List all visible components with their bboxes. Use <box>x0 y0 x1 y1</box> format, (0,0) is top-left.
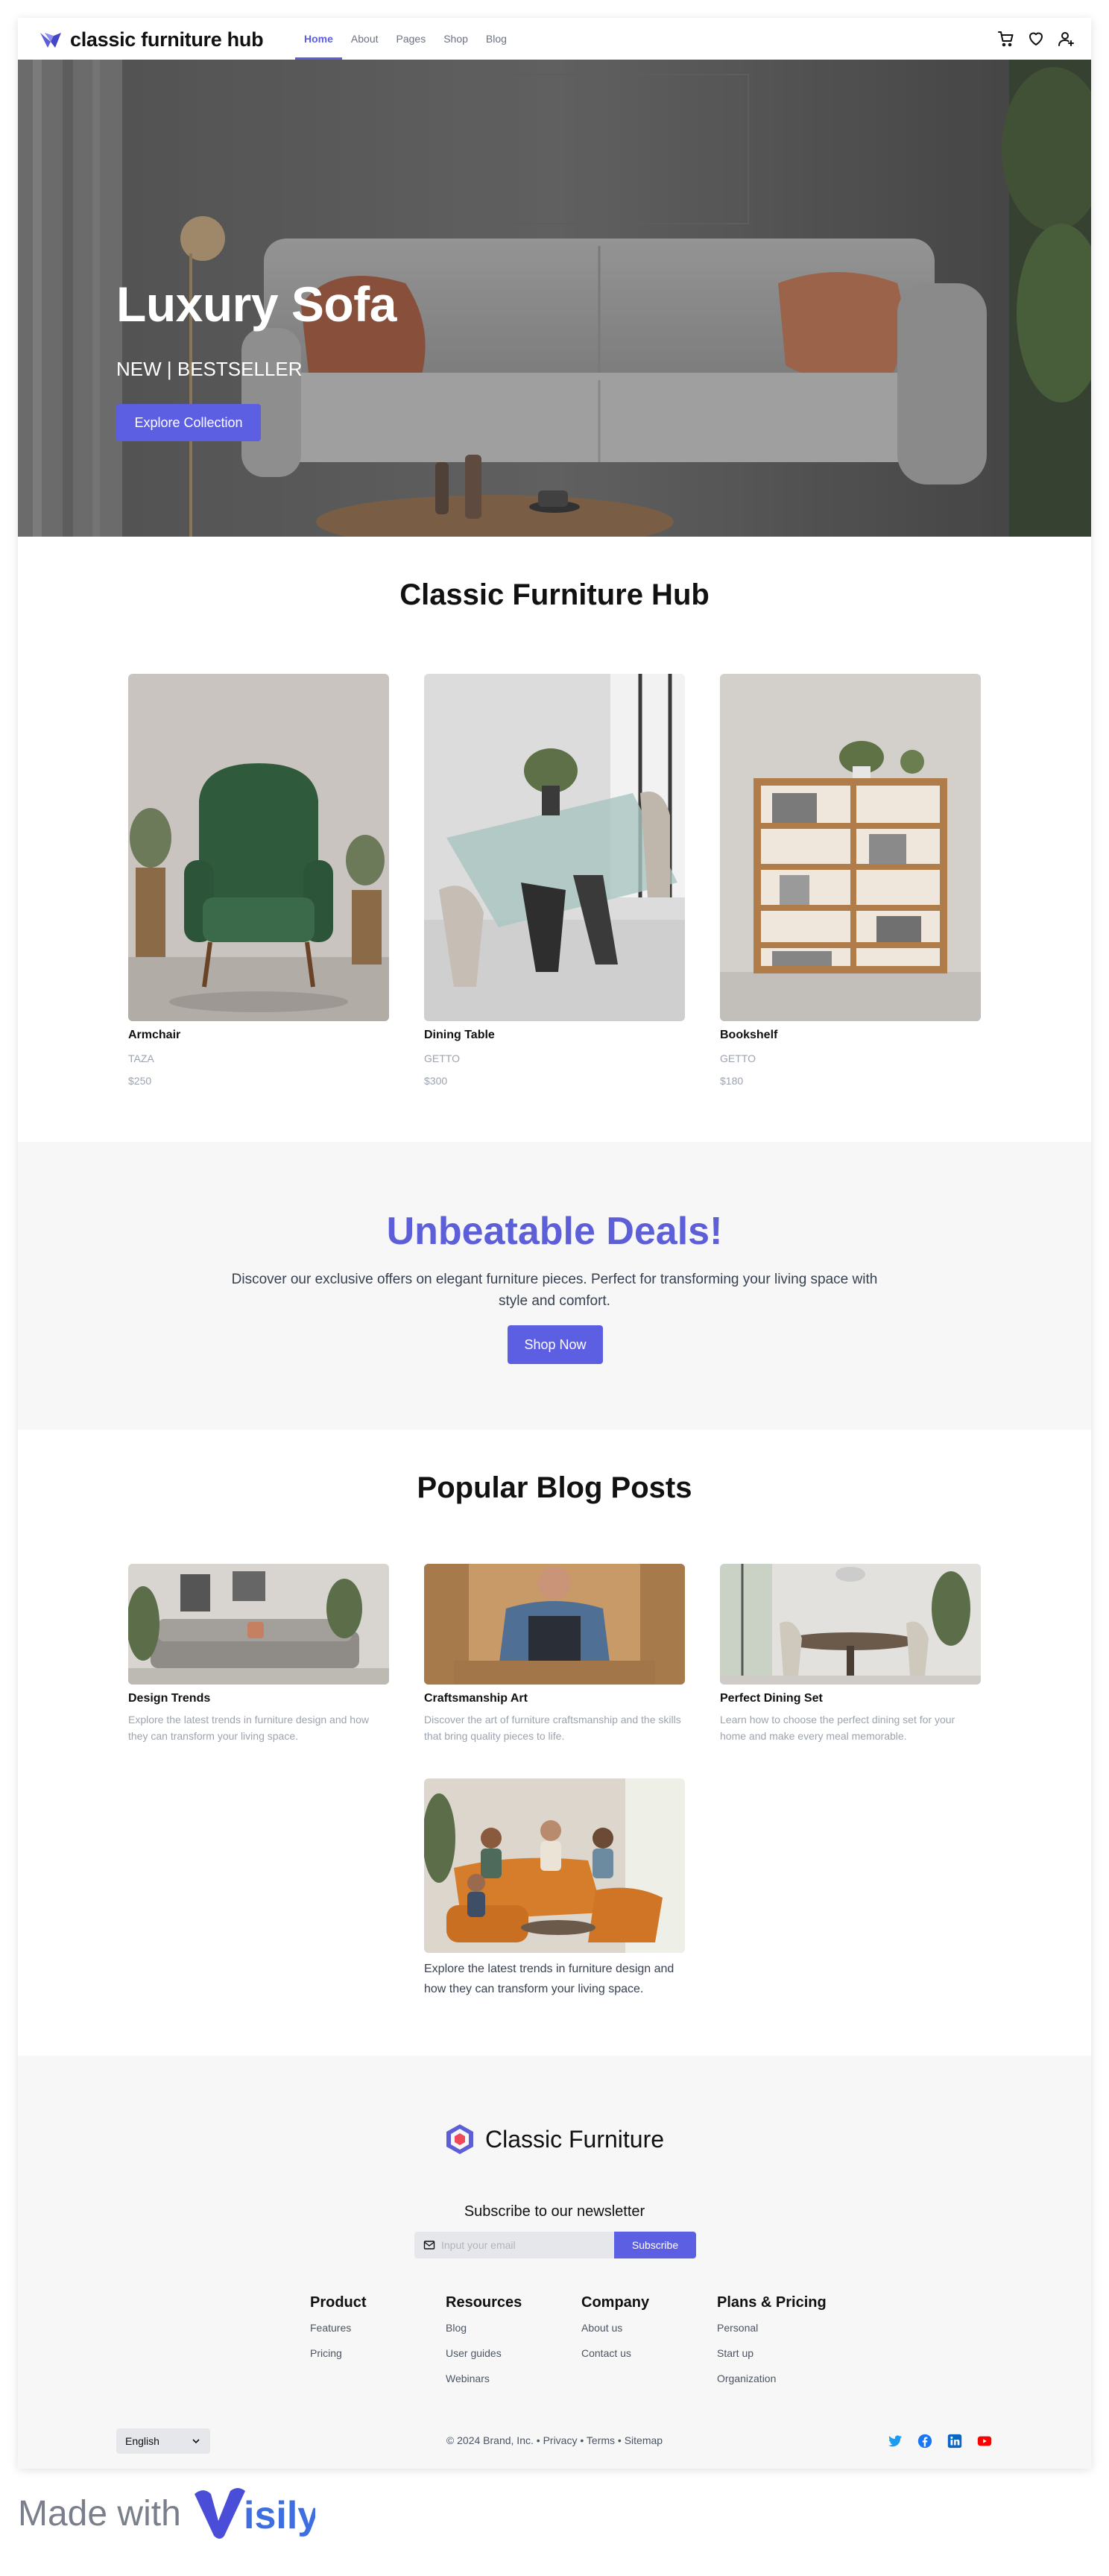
mail-icon <box>423 2241 435 2250</box>
product-brand: GETTO <box>720 1052 756 1064</box>
footer-column-title: Resources <box>446 2294 522 2311</box>
blog-section-title: Popular Blog Posts <box>417 1471 692 1504</box>
footer-link-user-guides[interactable]: User guides <box>446 2347 580 2373</box>
newsletter-title: Subscribe to our newsletter <box>464 2203 645 2220</box>
subscribe-button[interactable]: Subscribe <box>614 2232 696 2258</box>
footer-column-resources: Resources Blog User guides Webinars <box>446 2294 580 2398</box>
footer-column-title: Product <box>310 2294 367 2311</box>
sitemap-link[interactable]: Sitemap <box>625 2434 663 2446</box>
blog-post-excerpt: Explore the latest trends in furniture d… <box>128 1714 369 1742</box>
footer-column-plans: Plans & Pricing Personal Start up Organi… <box>717 2294 851 2398</box>
footer-link-personal[interactable]: Personal <box>717 2322 851 2347</box>
blog-image-craftsman <box>424 1564 685 1685</box>
newsletter-form: Subscribe <box>414 2232 696 2258</box>
product-image-armchair <box>128 674 389 1021</box>
footer-link-webinars[interactable]: Webinars <box>446 2373 580 2398</box>
footer-link-start-up[interactable]: Start up <box>717 2347 851 2373</box>
footer-link-contact-us[interactable]: Contact us <box>581 2347 715 2373</box>
nav-shop[interactable]: Shop <box>435 18 477 60</box>
product-card-dining-table[interactable]: Dining Table GETTO $300 <box>424 674 685 1087</box>
explore-collection-button[interactable]: Explore Collection <box>116 404 261 441</box>
blog-post-excerpt: Learn how to choose the perfect dining s… <box>720 1714 955 1742</box>
deals-title: Unbeatable Deals! <box>386 1210 723 1253</box>
hero-subtitle: NEW | BESTSELLER <box>116 358 303 380</box>
footer-brand[interactable]: Classic Furniture <box>18 2123 1091 2156</box>
twitter-icon[interactable] <box>887 2433 903 2449</box>
main-nav: Home About Pages Shop Blog <box>295 18 516 60</box>
product-price: $250 <box>128 1075 152 1087</box>
separator-dot: • <box>580 2434 587 2446</box>
separator-dot: • <box>617 2434 625 2446</box>
made-with-badge[interactable]: Made with isily <box>18 2484 315 2543</box>
heart-icon[interactable] <box>1027 30 1045 48</box>
product-price: $180 <box>720 1075 744 1087</box>
nav-about[interactable]: About <box>342 18 388 60</box>
footer-link-features[interactable]: Features <box>310 2322 444 2347</box>
separator-dot: • <box>536 2434 543 2446</box>
blog-post-featured[interactable]: Explore the latest trends in furniture d… <box>424 1778 685 1999</box>
shop-now-button[interactable]: Shop Now <box>508 1325 603 1364</box>
footer-brand-name: Classic Furniture <box>484 2125 665 2153</box>
brand-name: classic furniture hub <box>70 28 264 51</box>
privacy-link[interactable]: Privacy <box>543 2434 578 2446</box>
brand[interactable]: classic furniture hub <box>39 28 264 51</box>
nav-blog[interactable]: Blog <box>477 18 516 60</box>
email-input[interactable] <box>441 2239 605 2251</box>
product-name: Bookshelf <box>720 1029 778 1041</box>
footer-link-blog[interactable]: Blog <box>446 2322 580 2347</box>
footer-column-title: Plans & Pricing <box>717 2294 827 2311</box>
footer-brand-logo-icon <box>446 2124 473 2154</box>
footer-link-organization[interactable]: Organization <box>717 2373 851 2398</box>
blog-post-design-trends[interactable]: Design Trends Explore the latest trends … <box>128 1564 389 1744</box>
product-card-bookshelf[interactable]: Bookshelf GETTO $180 <box>720 674 981 1087</box>
product-image-dining-table <box>424 674 685 1021</box>
terms-link[interactable]: Terms <box>587 2434 615 2446</box>
footer-column-product: Product Features Pricing <box>310 2294 444 2373</box>
blog-post-title: Design Trends <box>128 1692 211 1705</box>
blog-post-excerpt: Discover the art of furniture craftsmans… <box>424 1714 681 1742</box>
user-icon[interactable] <box>1057 30 1075 48</box>
footer: Classic Furniture Subscribe to our newsl… <box>18 2056 1091 2469</box>
visily-logo-text: isily <box>244 2494 315 2537</box>
youtube-icon[interactable] <box>976 2433 993 2449</box>
product-name: Dining Table <box>424 1029 495 1041</box>
deals-section: Unbeatable Deals! Discover our exclusive… <box>18 1142 1091 1430</box>
product-card-armchair[interactable]: Armchair TAZA $250 <box>128 674 389 1087</box>
blog-post-craftsmanship[interactable]: Craftsmanship Art Discover the art of fu… <box>424 1564 685 1744</box>
nav-home[interactable]: Home <box>295 18 342 60</box>
footer-link-about-us[interactable]: About us <box>581 2322 715 2347</box>
social-links <box>887 2433 993 2449</box>
facebook-icon[interactable] <box>917 2433 933 2449</box>
page-frame: classic furniture hub Home About Pages S… <box>18 18 1091 2469</box>
hero-title: Luxury Sofa <box>116 277 396 332</box>
blog-image-living-room <box>128 1564 389 1685</box>
email-field-wrapper <box>414 2232 614 2258</box>
product-price: $300 <box>424 1075 448 1087</box>
hero-banner: Luxury Sofa NEW | BESTSELLER Explore Col… <box>18 60 1091 537</box>
product-brand: TAZA <box>128 1052 154 1064</box>
header: classic furniture hub Home About Pages S… <box>18 18 1091 60</box>
nav-pages[interactable]: Pages <box>388 18 435 60</box>
footer-link-pricing[interactable]: Pricing <box>310 2347 444 2373</box>
footer-column-company: Company About us Contact us <box>581 2294 715 2373</box>
header-icons <box>997 30 1075 48</box>
deals-text: Discover our exclusive offers on elegant… <box>231 1272 878 1309</box>
blog-post-dining-set[interactable]: Perfect Dining Set Learn how to choose t… <box>720 1564 981 1744</box>
blog-image-dining-room <box>720 1564 981 1685</box>
footer-column-title: Company <box>581 2294 650 2311</box>
product-brand: GETTO <box>424 1052 460 1064</box>
products-section-title: Classic Furniture Hub <box>399 578 710 611</box>
blog-post-title: Perfect Dining Set <box>720 1692 823 1705</box>
made-with-text: Made with <box>18 2493 181 2534</box>
visily-logo-icon: isily <box>194 2488 315 2539</box>
blog-post-title: Craftsmanship Art <box>424 1692 528 1705</box>
linkedin-icon[interactable] <box>947 2433 963 2449</box>
cart-icon[interactable] <box>997 30 1015 48</box>
blog-image-people-lounge <box>424 1778 685 1953</box>
brand-logo-icon <box>40 32 61 48</box>
product-image-bookshelf <box>720 674 981 1021</box>
blog-featured-text: Explore the latest trends in furniture d… <box>424 1963 674 1995</box>
product-name: Armchair <box>128 1029 181 1041</box>
copyright-text: © 2024 Brand, Inc. <box>446 2434 534 2446</box>
